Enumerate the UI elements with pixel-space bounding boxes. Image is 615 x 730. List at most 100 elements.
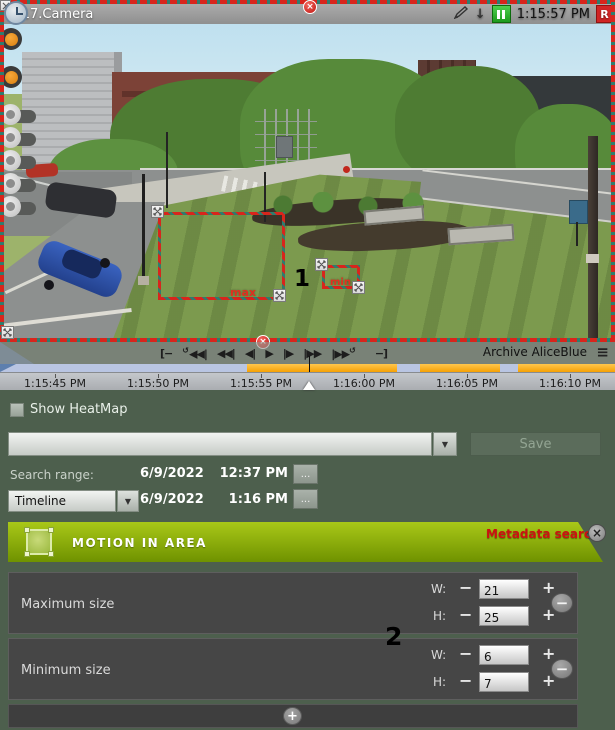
max-rect-handle-tl[interactable] bbox=[151, 205, 164, 218]
pause-button[interactable] bbox=[492, 5, 511, 23]
width-label: W: bbox=[431, 582, 446, 596]
timeline-activity-strip[interactable] bbox=[0, 364, 615, 372]
timeline-label-2: 1:15:50 PM bbox=[113, 377, 203, 390]
width-label: W: bbox=[431, 648, 446, 662]
range-source-value: Timeline bbox=[9, 494, 66, 508]
frame-selection-left[interactable] bbox=[0, 0, 4, 342]
max-height-decrease-button[interactable]: − bbox=[459, 607, 472, 623]
preset-input[interactable] bbox=[9, 433, 431, 455]
next-event-button[interactable]: |▶▶↺ bbox=[331, 346, 356, 361]
add-condition-row: + bbox=[8, 704, 578, 728]
area-selection-icon bbox=[26, 529, 52, 555]
goto-end-button[interactable]: −] bbox=[375, 347, 387, 360]
min-width-input[interactable] bbox=[480, 648, 528, 666]
annotation-marker-1: 1 bbox=[294, 268, 310, 291]
min-width-increase-button[interactable]: + bbox=[542, 646, 555, 662]
playbar-menu-icon[interactable]: ≡ bbox=[596, 343, 609, 361]
preset-dropdown-button[interactable]: ▼ bbox=[433, 432, 457, 456]
camera-search-window: ▽ 17.Camera ↓ 1:15:57 PM R bbox=[0, 0, 615, 730]
end-date: 6/9/2022 bbox=[140, 492, 204, 507]
start-datetime-browse-button[interactable]: ... bbox=[293, 464, 318, 484]
archive-label[interactable]: Archive AliceBlue bbox=[483, 345, 587, 359]
chevron-down-icon: ▼ bbox=[125, 497, 131, 506]
clock-mark-icon: ↺ bbox=[182, 346, 189, 355]
timeline-clock-icon[interactable] bbox=[4, 1, 28, 25]
close-icon[interactable]: × bbox=[588, 524, 606, 542]
fast-rewind-button[interactable]: ◀◀| bbox=[217, 347, 235, 360]
save-button[interactable]: Save bbox=[470, 432, 601, 456]
scene-utility-pole bbox=[588, 136, 598, 341]
timeline-gap-1 bbox=[397, 364, 420, 372]
step-back-button[interactable]: ◀| bbox=[245, 347, 255, 360]
min-height-decrease-button[interactable]: − bbox=[459, 673, 472, 689]
fast-forward-button[interactable]: |▶▶ bbox=[303, 347, 321, 360]
timeline-recording-segment bbox=[247, 364, 615, 372]
goto-start-button[interactable]: [− bbox=[160, 347, 172, 360]
scene-pole-band bbox=[586, 254, 599, 263]
metadata-search-tag: Metadata search bbox=[486, 527, 600, 541]
range-source-dropdown-button[interactable]: ▼ bbox=[117, 490, 139, 512]
play-button[interactable]: ▶ bbox=[265, 347, 272, 360]
height-label: H: bbox=[433, 609, 446, 623]
timeline-gap-2 bbox=[500, 364, 518, 372]
timeline-label-3: 1:15:55 PM bbox=[216, 377, 306, 390]
max-area-label: max bbox=[230, 286, 256, 299]
timeline-label-1: 1:15:45 PM bbox=[10, 377, 100, 390]
camera-video-view[interactable] bbox=[0, 24, 615, 341]
min-height-field[interactable] bbox=[479, 672, 529, 692]
timeline-left-wedge bbox=[0, 364, 16, 372]
range-source-select[interactable]: Timeline bbox=[8, 490, 116, 512]
timeline-ruler[interactable]: 1:15:45 PM 1:15:50 PM 1:15:55 PM 1:16:00… bbox=[0, 372, 615, 390]
scene-lamp-post-1 bbox=[142, 174, 145, 280]
add-condition-button[interactable]: + bbox=[283, 707, 302, 725]
camera-title: 17.Camera bbox=[22, 7, 94, 22]
scene-lamp-post-2 bbox=[166, 132, 168, 208]
end-datetime-browse-button[interactable]: ... bbox=[293, 489, 318, 509]
show-heatmap-checkbox[interactable] bbox=[10, 403, 24, 417]
scene-blue-sign bbox=[569, 200, 588, 224]
motion-area-max-rect[interactable] bbox=[158, 212, 285, 300]
scene-lamp-base-1 bbox=[138, 276, 149, 285]
remove-minimum-size-button[interactable]: − bbox=[551, 659, 573, 679]
clock-mark-icon: ↺ bbox=[349, 346, 356, 355]
prev-event-button[interactable]: ↺◀◀| bbox=[182, 346, 207, 361]
frame-delete-top-button[interactable]: × bbox=[303, 0, 317, 14]
maximum-size-label: Maximum size bbox=[21, 597, 114, 612]
max-width-increase-button[interactable]: + bbox=[542, 580, 555, 596]
scene-hydrant bbox=[343, 166, 350, 173]
playback-bar: [− ↺◀◀| ◀◀| ◀| ▶ |▶ |▶▶ |▶▶↺ −] Archive … bbox=[0, 342, 615, 364]
min-height-input[interactable] bbox=[480, 675, 528, 693]
end-time: 1:16 PM bbox=[229, 492, 288, 507]
minimum-size-row: Minimum size W: − + H: − + − bbox=[8, 638, 578, 700]
max-height-input[interactable] bbox=[480, 609, 528, 627]
scene-sign-post bbox=[576, 222, 578, 246]
max-rect-handle-br[interactable] bbox=[273, 289, 286, 302]
search-start-datetime: 6/9/2022 12:37 PM bbox=[140, 466, 288, 481]
remove-maximum-size-button[interactable]: − bbox=[551, 593, 573, 613]
min-width-decrease-button[interactable]: − bbox=[459, 646, 472, 662]
max-width-input[interactable] bbox=[480, 582, 528, 600]
download-icon[interactable]: ↓ bbox=[475, 7, 486, 22]
motion-panel-title: MOTION IN AREA bbox=[72, 536, 207, 550]
minimum-size-label: Minimum size bbox=[21, 663, 111, 678]
min-rect-handle-br[interactable] bbox=[352, 281, 365, 294]
start-date: 6/9/2022 bbox=[140, 466, 204, 481]
preset-combobox[interactable] bbox=[8, 432, 432, 456]
min-area-label: min bbox=[330, 277, 351, 288]
search-end-datetime: 6/9/2022 1:16 PM bbox=[140, 492, 288, 507]
timeline-label-5: 1:16:05 PM bbox=[422, 377, 512, 390]
max-height-field[interactable] bbox=[479, 606, 529, 626]
frame-selection-right[interactable] bbox=[611, 0, 615, 342]
playhead-marker[interactable] bbox=[303, 381, 315, 390]
timeline-label-6: 1:16:10 PM bbox=[525, 377, 615, 390]
edit-icon[interactable] bbox=[454, 6, 469, 23]
scene-sidewalk-line bbox=[140, 168, 615, 170]
annotation-marker-2: 2 bbox=[385, 624, 402, 649]
max-width-decrease-button[interactable]: − bbox=[459, 580, 472, 596]
step-forward-button[interactable]: |▶ bbox=[283, 347, 293, 360]
min-rect-handle-tl[interactable] bbox=[315, 258, 328, 271]
max-width-field[interactable] bbox=[479, 579, 529, 599]
start-time: 12:37 PM bbox=[220, 466, 288, 481]
frame-handle-bl[interactable] bbox=[1, 326, 14, 339]
min-width-field[interactable] bbox=[479, 645, 529, 665]
